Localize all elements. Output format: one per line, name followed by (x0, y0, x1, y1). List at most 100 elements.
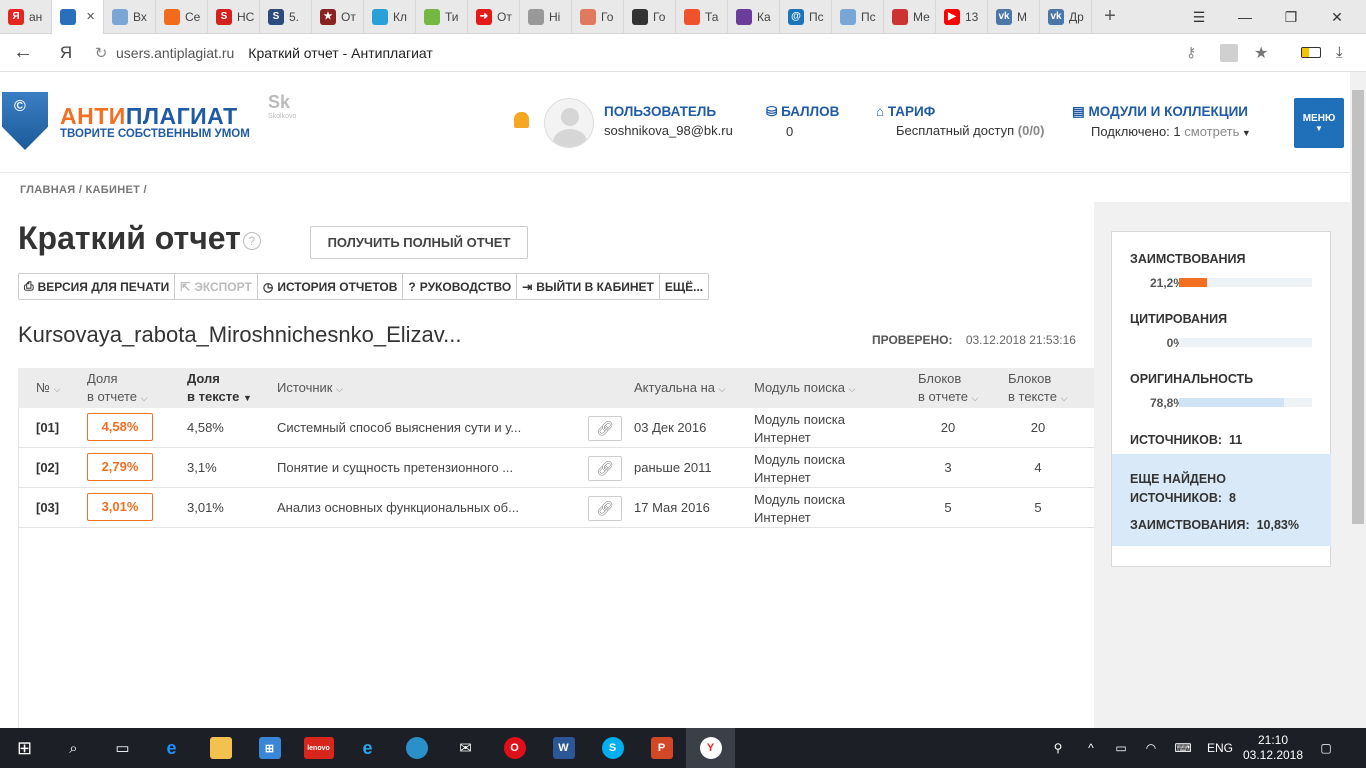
col-actual[interactable]: Актуальна на ⌵ (634, 379, 725, 398)
battery-icon[interactable]: ▭ (1106, 741, 1136, 755)
chevron-up-icon[interactable]: ^ (1076, 741, 1106, 755)
source-title[interactable]: Понятие и сущность претензионного ... (277, 460, 513, 475)
people-icon[interactable]: ⚲ (1040, 741, 1076, 755)
download-icon[interactable]: ⤓ (1336, 44, 1343, 61)
chevron-down-icon[interactable]: ▼ (1239, 128, 1251, 138)
store-icon[interactable]: ⊞ (245, 728, 294, 768)
browser-tab[interactable]: Се (156, 0, 208, 34)
col-share-text[interactable]: Доля в тексте ▼ (187, 370, 252, 407)
reload-icon[interactable]: ↻ (86, 44, 116, 62)
browser-tab[interactable]: S НС (208, 0, 260, 34)
browser-tab[interactable]: Ка (728, 0, 780, 34)
close-tab-icon[interactable]: ✕ (86, 10, 95, 23)
browser-tab[interactable]: vk М (988, 0, 1040, 34)
row-num[interactable]: [03] (36, 500, 59, 515)
browser-tab[interactable]: Яан (0, 0, 52, 34)
tab-list-icon[interactable]: ☰ (1176, 0, 1222, 34)
help-icon[interactable]: ? (242, 231, 261, 250)
menu-button[interactable]: МЕНЮ ▼ (1294, 98, 1344, 148)
share-report-value[interactable]: 2,79% (87, 453, 153, 481)
browser-tab[interactable]: S 5. (260, 0, 312, 34)
modules-block[interactable]: ▤ МОДУЛИ И КОЛЛЕКЦИИ Подключено: 1 смотр… (1072, 104, 1251, 139)
share-report-value[interactable]: 3,01% (87, 493, 153, 521)
browser-tab[interactable]: Го (572, 0, 624, 34)
browser-tab[interactable]: ▶ 13 (936, 0, 988, 34)
search-icon[interactable]: ⌕ (49, 728, 98, 768)
scrollbar-thumb[interactable] (1352, 90, 1364, 524)
lenovo-icon[interactable]: lenovo (294, 728, 343, 768)
logo-text[interactable]: АНТИПЛАГИАТ (60, 103, 238, 130)
more-button[interactable]: ЕЩЁ... (660, 274, 708, 299)
modules-link[interactable]: смотреть (1184, 124, 1239, 139)
yandex-icon[interactable]: Я (46, 43, 86, 63)
close-icon[interactable]: ✕ (1314, 0, 1360, 34)
browser-tab[interactable]: Ме (884, 0, 936, 34)
edge-icon[interactable]: e (147, 728, 196, 768)
col-source[interactable]: Источник ⌵ (277, 379, 343, 398)
user-block[interactable]: ПОЛЬЗОВАТЕЛЬ soshnikova_98@bk.ru (604, 104, 733, 138)
exit-cabinet-button[interactable]: ⇥ ВЫЙТИ В КАБИНЕТ (517, 274, 660, 299)
link-icon[interactable]: 🔗︎ (588, 456, 622, 481)
lock-icon[interactable] (1220, 43, 1238, 62)
skype-icon[interactable]: S (588, 728, 637, 768)
export-button[interactable]: ⇱ ЭКСПОРТ (175, 274, 258, 299)
bell-icon[interactable] (514, 112, 529, 128)
col-num[interactable]: № ⌵ (36, 379, 60, 398)
opera-icon[interactable]: O (490, 728, 539, 768)
browser-tab[interactable]: Вх (104, 0, 156, 34)
link-icon[interactable]: 🔗︎ (588, 496, 622, 521)
browser-tab[interactable]: ★ От (312, 0, 364, 34)
mail-icon[interactable]: ✉ (441, 728, 490, 768)
share-report-value[interactable]: 4,58% (87, 413, 153, 441)
url-text[interactable]: users.antiplagiat.ru (116, 45, 234, 61)
browser-tab[interactable]: Та (676, 0, 728, 34)
app-icon[interactable] (392, 728, 441, 768)
avatar[interactable] (544, 98, 594, 148)
keyboard-icon[interactable]: ⌨ (1166, 741, 1200, 755)
minimize-icon[interactable]: — (1222, 0, 1268, 34)
clock[interactable]: 21:10 03.12.2018 (1240, 733, 1306, 763)
source-title[interactable]: Анализ основных функциональных об... (277, 500, 519, 515)
col-module[interactable]: Модуль поиска ⌵ (754, 379, 855, 398)
source-title[interactable]: Системный способ выяснения сути и у... (277, 420, 521, 435)
antiplagiat-logo-icon[interactable]: © (2, 92, 48, 150)
row-num[interactable]: [01] (36, 420, 59, 435)
col-blocks-report[interactable]: Блоков в отчете ⌵ (918, 370, 978, 407)
new-tab-icon[interactable]: + (1092, 5, 1128, 28)
file-explorer-icon[interactable] (196, 728, 245, 768)
browser-tab[interactable]: ✕ (52, 0, 104, 34)
table-row[interactable]: [01] 4,58% 4,58% Системный способ выяснения… (18, 408, 1094, 448)
col-blocks-text[interactable]: Блоков в тексте ⌵ (1008, 370, 1067, 407)
browser-tab[interactable]: Ти (416, 0, 468, 34)
internet-explorer-icon[interactable]: e (343, 728, 392, 768)
browser-tab[interactable]: ➜ От (468, 0, 520, 34)
browser-tab[interactable]: vk Др (1040, 0, 1092, 34)
tariff-block[interactable]: ⌂ ТАРИФ Бесплатный доступ (0/0) (876, 104, 1045, 138)
col-share-report[interactable]: Доля в отчете ⌵ (87, 370, 147, 407)
page-title-text[interactable]: Краткий отчет - Антиплагиат (248, 45, 433, 61)
table-row[interactable]: [03] 3,01% 3,01% Анализ основных функционал… (18, 488, 1094, 528)
language-indicator[interactable]: ENG (1200, 741, 1240, 755)
windows-start-icon[interactable]: ⊞ (0, 728, 49, 768)
link-icon[interactable]: 🔗︎ (588, 416, 622, 441)
browser-tab[interactable]: Пс (832, 0, 884, 34)
print-button[interactable]: ⎙ ВЕРСИЯ ДЛЯ ПЕЧАТИ (19, 274, 176, 299)
bookmark-star-icon[interactable]: ★ (1254, 43, 1268, 63)
page-scrollbar[interactable] (1350, 72, 1366, 728)
word-icon[interactable]: W (539, 728, 588, 768)
powerpoint-icon[interactable]: P (637, 728, 686, 768)
guide-button[interactable]: ? РУКОВОДСТВО (403, 274, 518, 299)
notifications-icon[interactable]: ▢ (1306, 741, 1346, 755)
extra-found-box[interactable]: ЕЩЕ НАЙДЕНО ИСТОЧНИКОВ: 8 ЗАИМСТВОВАНИЯ:… (1112, 454, 1331, 546)
browser-tab[interactable]: @ Пс (780, 0, 832, 34)
browser-tab[interactable]: Hi (520, 0, 572, 34)
points-block[interactable]: ⛁ БАЛЛОВ 0 (766, 104, 839, 139)
row-num[interactable]: [02] (36, 460, 59, 475)
full-report-button[interactable]: ПОЛУЧИТЬ ПОЛНЫЙ ОТЧЕТ (310, 226, 528, 259)
wifi-icon[interactable]: ◠ (1136, 741, 1166, 755)
browser-tab[interactable]: Го (624, 0, 676, 34)
yandex-browser-icon[interactable]: Y (686, 728, 735, 768)
browser-tab[interactable]: Кл (364, 0, 416, 34)
task-view-icon[interactable]: ▭ (98, 728, 147, 768)
key-icon[interactable]: ⚷ (1186, 44, 1196, 61)
